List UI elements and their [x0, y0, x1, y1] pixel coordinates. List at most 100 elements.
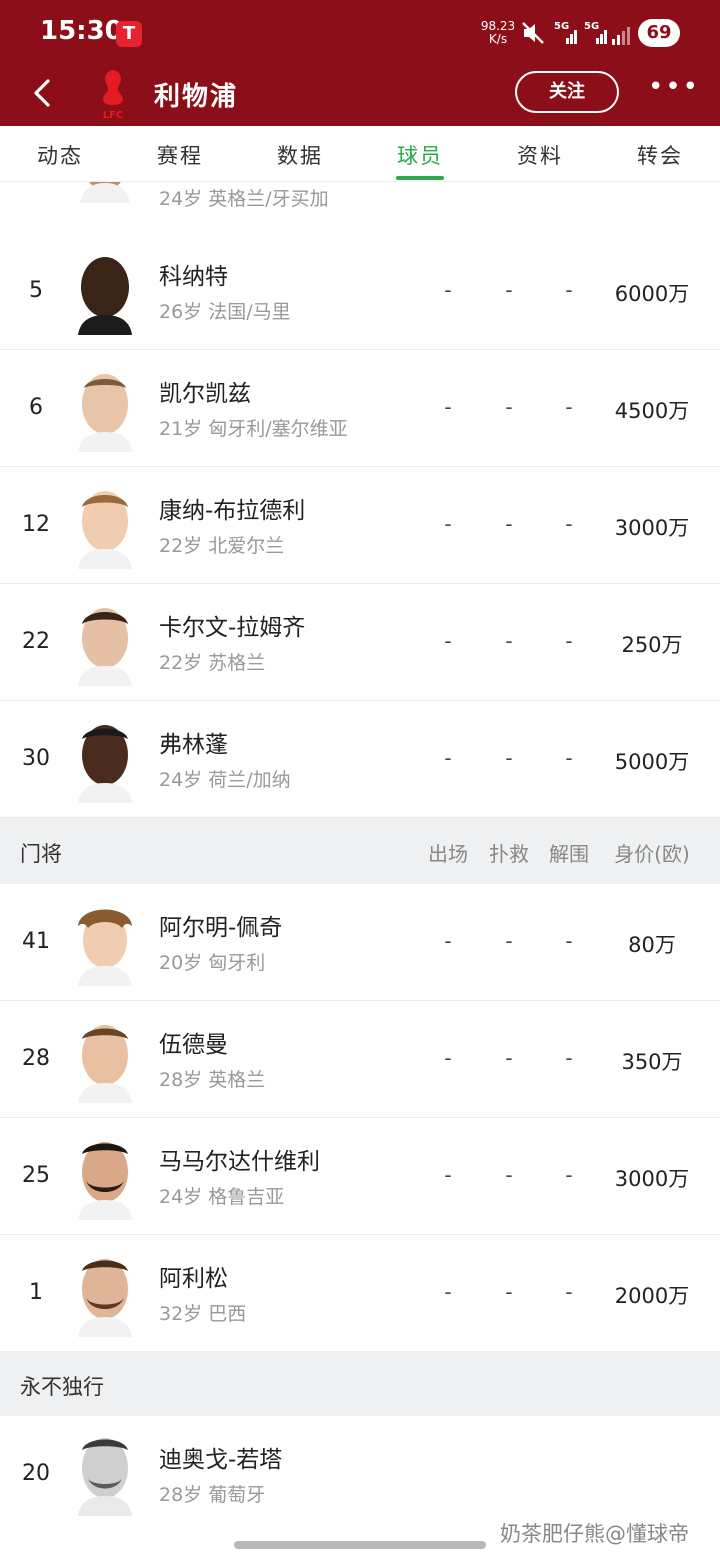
stat-apps: -	[444, 1163, 452, 1187]
follow-button[interactable]: 关注	[515, 71, 619, 113]
stat-clearances: -	[565, 512, 573, 536]
player-name: 阿利松	[159, 1266, 228, 1292]
player-value: 5000万	[614, 750, 690, 774]
table-row[interactable]: 5 科纳特 26岁 法国/马里 - - - 6000万	[0, 233, 720, 350]
tab-bar: 动态 赛程 数据 球员 资料 转会	[0, 126, 720, 182]
player-avatar	[78, 491, 132, 569]
col-header-apps: 出场	[428, 842, 468, 866]
tab-players[interactable]: 球员	[360, 140, 480, 170]
player-avatar	[78, 1259, 132, 1337]
top-bar: 15:30 T 98.23 K/s 5G 5G 69 LFC 利物浦 关注 ••…	[0, 0, 720, 126]
player-avatar	[80, 182, 130, 203]
stat-apps: -	[444, 395, 452, 419]
player-number: 30	[22, 746, 50, 771]
section-title: 门将	[20, 842, 62, 866]
player-avatar	[78, 725, 132, 803]
tab-stats[interactable]: 数据	[240, 140, 360, 170]
player-avatar	[78, 1142, 132, 1220]
network2-label: 5G	[584, 21, 599, 32]
stat-saves: -	[505, 929, 513, 953]
player-value: 6000万	[614, 282, 690, 306]
tab-dynamics[interactable]: 动态	[0, 140, 120, 170]
player-value: 350万	[621, 1050, 683, 1074]
player-info: 28岁 英格兰	[159, 1069, 266, 1091]
table-row[interactable]: 28 伍德曼 28岁 英格兰 - - - 350万	[0, 1001, 720, 1118]
table-row[interactable]: 25 马马尔达什维利 24岁 格鲁吉亚 - - - 3000万	[0, 1118, 720, 1235]
stat-clearances: -	[565, 929, 573, 953]
player-avatar	[78, 257, 132, 335]
network-speed-unit: K/s	[488, 32, 508, 46]
player-info: 24岁 荷兰/加纳	[159, 769, 291, 791]
tab-info[interactable]: 资料	[480, 140, 600, 170]
player-info: 26岁 法国/马里	[159, 301, 291, 323]
active-tab-indicator	[396, 176, 444, 180]
player-info: 21岁 匈牙利/塞尔维亚	[159, 418, 348, 440]
more-options-icon[interactable]: •••	[648, 74, 698, 102]
logo-text: LFC	[103, 110, 124, 121]
stat-clearances: -	[565, 278, 573, 302]
player-info: 24岁 格鲁吉亚	[159, 1186, 285, 1208]
stat-saves: -	[505, 278, 513, 302]
player-value: 250万	[621, 633, 683, 657]
stat-saves: -	[505, 629, 513, 653]
watermark: 奶茶肥仔熊@懂球帝	[500, 1522, 689, 1546]
section-header-memorial: 永不独行	[0, 1351, 720, 1416]
tesla-app-icon: T	[116, 21, 142, 47]
table-row[interactable]: 41 阿尔明-佩奇 20岁 匈牙利 - - - 80万	[0, 884, 720, 1001]
stat-saves: -	[505, 746, 513, 770]
stat-apps: -	[444, 629, 452, 653]
player-number: 6	[29, 395, 43, 420]
player-name: 迪奥戈-若塔	[159, 1447, 283, 1473]
tab-transfers[interactable]: 转会	[600, 140, 720, 170]
stat-saves: -	[505, 512, 513, 536]
signal-5g-icon-2: 5G	[584, 21, 607, 44]
status-time: 15:30	[40, 16, 123, 46]
player-name: 伍德曼	[159, 1032, 228, 1058]
table-row[interactable]: 1 阿利松 32岁 巴西 - - - 2000万	[0, 1235, 720, 1352]
stat-saves: -	[505, 1163, 513, 1187]
player-info: 20岁 匈牙利	[159, 952, 266, 974]
section-title: 永不独行	[20, 1375, 104, 1399]
table-row[interactable]: 6 凯尔凯兹 21岁 匈牙利/塞尔维亚 - - - 4500万	[0, 350, 720, 467]
stat-saves: -	[505, 1280, 513, 1304]
stat-apps: -	[444, 1046, 452, 1070]
player-number: 20	[22, 1461, 50, 1486]
home-indicator[interactable]	[234, 1541, 486, 1549]
stat-apps: -	[444, 1280, 452, 1304]
section-header-goalkeepers: 门将 出场 扑救 解围 身价(欧)	[0, 818, 720, 884]
player-value: 3000万	[614, 516, 690, 540]
table-row[interactable]: 12 康纳-布拉德利 22岁 北爱尔兰 - - - 3000万	[0, 467, 720, 584]
table-row[interactable]: 20 迪奥戈-若塔 28岁 葡萄牙	[0, 1416, 720, 1534]
club-logo: LFC	[103, 70, 124, 121]
tab-schedule[interactable]: 赛程	[120, 140, 240, 170]
player-avatar	[78, 909, 132, 986]
stat-saves: -	[505, 395, 513, 419]
player-number: 41	[22, 929, 50, 954]
back-arrow-icon[interactable]	[28, 76, 58, 110]
player-name: 弗林蓬	[159, 732, 228, 758]
battery-indicator: 69	[638, 19, 680, 47]
stat-apps: -	[444, 929, 452, 953]
player-name: 凯尔凯兹	[159, 381, 251, 407]
stat-apps: -	[444, 746, 452, 770]
player-number: 12	[22, 512, 50, 537]
col-header-value: 身价(欧)	[614, 842, 690, 866]
stat-clearances: -	[565, 395, 573, 419]
player-avatar	[78, 1438, 132, 1516]
player-name: 卡尔文-拉姆齐	[159, 615, 306, 641]
table-row[interactable]: 22 卡尔文-拉姆齐 22岁 苏格兰 - - - 250万	[0, 584, 720, 701]
status-bar: 15:30 T 98.23 K/s 5G 5G 69	[0, 0, 720, 62]
table-row-partial[interactable]: 24岁 英格兰/牙买加	[0, 182, 720, 234]
player-number: 28	[22, 1046, 50, 1071]
col-header-clearances: 解围	[549, 842, 589, 866]
table-row[interactable]: 30 弗林蓬 24岁 荷兰/加纳 - - - 5000万	[0, 701, 720, 818]
stat-clearances: -	[565, 1046, 573, 1070]
signal-bars-icon	[612, 27, 630, 45]
page-title: 利物浦	[154, 82, 239, 112]
network-speed: 98.23 K/s	[478, 20, 518, 46]
stat-clearances: -	[565, 1280, 573, 1304]
stat-clearances: -	[565, 629, 573, 653]
player-info: 24岁 英格兰/牙买加	[159, 188, 329, 210]
player-value: 4500万	[614, 399, 690, 423]
col-header-saves: 扑救	[489, 842, 529, 866]
